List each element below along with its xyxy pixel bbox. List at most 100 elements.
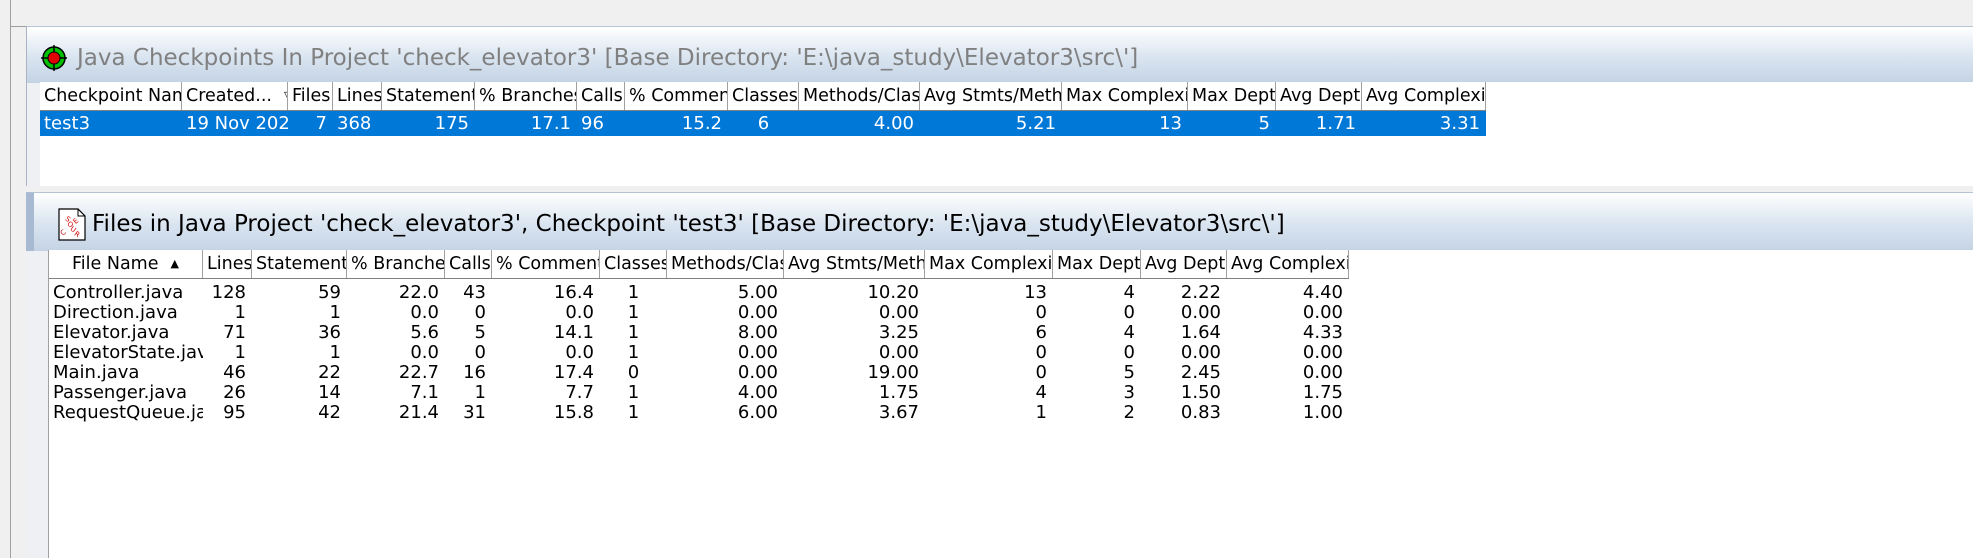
column-header-max-depth[interactable]: Max Depth xyxy=(1053,250,1141,278)
cell-avg-complexity: 1.00 xyxy=(1302,402,1343,423)
files-panel: S O U R C E Files in Java Project 'check… xyxy=(26,192,1973,558)
checkpoints-table-header: Checkpoint NameCreated...▽Files LinesStat… xyxy=(40,82,1486,111)
cell-comments: 15.2 xyxy=(681,113,722,134)
cell-max-complexity: 1 xyxy=(1035,402,1047,423)
files-table[interactable]: File Name ▲ LinesStatements% BranchesCalls… xyxy=(48,250,1973,558)
column-header-label: Max Depth xyxy=(1192,86,1276,106)
checkpoints-panel-titlebar: Java Checkpoints In Project 'check_eleva… xyxy=(27,26,1973,83)
column-header-lines[interactable]: Lines xyxy=(203,250,252,278)
column-header-label: Statements xyxy=(386,86,474,106)
cell-avg-depth: 1.71 xyxy=(1315,113,1356,134)
column-header-checkpoint-name[interactable]: Checkpoint Name xyxy=(40,82,182,110)
column-header-created[interactable]: Created...▽ xyxy=(182,82,288,110)
column-header-label: % Comments xyxy=(496,254,599,274)
cell-avg-stmts-method: 3.67 xyxy=(878,402,919,423)
column-header-label: Avg Complexity xyxy=(1366,86,1486,106)
cell-avg-complexity: 3.31 xyxy=(1439,113,1480,134)
cell-created: 19 Nov 2025 xyxy=(186,113,288,134)
column-header-label: Files xyxy=(292,86,331,106)
cell-statements: 42 xyxy=(318,402,341,423)
column-header-avg-stmts-method[interactable]: Avg Stmts/Method xyxy=(784,250,925,278)
column-header-label: Methods/Class xyxy=(803,86,920,106)
column-header-statements[interactable]: Statements xyxy=(252,250,347,278)
cell-calls: 96 xyxy=(581,113,604,134)
cell-methods-class: 4.00 xyxy=(873,113,914,134)
file-row[interactable]: RequestQueue.java 95 42 21.4 31 15.8 1 6.00 3.67… xyxy=(49,400,1349,425)
cell-lines: 95 xyxy=(223,402,246,423)
checkpoint-target-icon xyxy=(41,45,67,71)
checkpoints-panel-title: Java Checkpoints In Project 'check_eleva… xyxy=(77,45,1139,71)
column-header-label: Lines xyxy=(207,254,252,274)
files-table-header: File Name ▲ LinesStatements% BranchesCalls… xyxy=(49,250,1349,279)
column-header-label: Classes xyxy=(732,86,798,106)
column-header-max-complexity[interactable]: Max Complexity xyxy=(1062,82,1188,110)
column-header-branches[interactable]: % Branches xyxy=(475,82,577,110)
column-header-avg-depth[interactable]: Avg Depth xyxy=(1141,250,1227,278)
column-header-label: File Name xyxy=(72,254,159,274)
cell-lines: 368 xyxy=(337,113,372,134)
files-panel-title: Files in Java Project 'check_elevator3',… xyxy=(92,211,1285,237)
sort-ascending-icon: ▲ xyxy=(170,257,179,270)
column-header-statements[interactable]: Statements xyxy=(382,82,475,110)
cell-max-depth: 2 xyxy=(1123,402,1135,423)
column-header-label: Avg Stmts/Method xyxy=(924,86,1062,106)
cell-classes: 6 xyxy=(757,113,770,134)
cell-comments: 15.8 xyxy=(553,402,594,423)
column-header-classes[interactable]: Classes xyxy=(600,250,667,278)
column-header-avg-depth[interactable]: Avg Depth xyxy=(1276,82,1362,110)
top-toolbar-area xyxy=(11,0,1973,27)
column-header-max-complexity[interactable]: Max Complexity xyxy=(925,250,1053,278)
column-header-lines[interactable]: Lines xyxy=(333,82,382,110)
column-header-label: Calls xyxy=(449,254,491,274)
column-header-label: % Comments xyxy=(629,86,728,106)
cell-calls: 31 xyxy=(463,402,486,423)
column-header-branches[interactable]: % Branches xyxy=(347,250,445,278)
column-header-avg-stmts-method[interactable]: Avg Stmts/Method xyxy=(920,82,1062,110)
cell-max-complexity: 13 xyxy=(1159,113,1182,134)
column-header-max-depth[interactable]: Max Depth xyxy=(1188,82,1276,110)
cell-file-name: RequestQueue.java xyxy=(53,402,203,423)
cell-files: 7 xyxy=(315,113,327,134)
column-header-label: % Branches xyxy=(479,86,577,106)
window-left-border xyxy=(0,0,11,558)
column-header-label: Created... xyxy=(186,86,272,106)
cell-methods-class: 6.00 xyxy=(737,402,778,423)
cell-avg-depth: 0.83 xyxy=(1180,402,1221,423)
column-header-label: Statements xyxy=(256,254,346,274)
column-header-methods-class[interactable]: Methods/Class xyxy=(799,82,920,110)
column-header-avg-complexity[interactable]: Avg Complexity xyxy=(1227,250,1349,278)
column-header-label: Max Complexity xyxy=(1066,86,1187,106)
files-panel-titlebar: S O U R C E Files in Java Project 'check… xyxy=(26,192,1973,251)
cell-avg-stmts-method: 5.21 xyxy=(1015,113,1056,134)
cell-branches: 21.4 xyxy=(398,402,439,423)
cell-branches: 17.1 xyxy=(530,113,571,134)
column-header-files[interactable]: Files xyxy=(288,82,333,110)
checkpoints-panel: Java Checkpoints In Project 'check_eleva… xyxy=(26,26,1973,186)
column-header-avg-complexity[interactable]: Avg Complexity xyxy=(1362,82,1486,110)
cell-max-depth: 5 xyxy=(1258,113,1270,134)
cell-statements: 175 xyxy=(434,113,469,134)
column-header-classes[interactable]: Classes xyxy=(728,82,799,110)
column-header-methods-class[interactable]: Methods/Class xyxy=(667,250,784,278)
source-file-icon: S O U R C E xyxy=(58,208,86,241)
column-header-label: Avg Complexity xyxy=(1231,254,1348,274)
column-header-calls[interactable]: Calls xyxy=(577,82,625,110)
column-header-comments[interactable]: % Comments xyxy=(492,250,600,278)
column-header-label: Lines xyxy=(337,86,382,106)
cell-checkpoint-name: test3 xyxy=(44,113,91,134)
column-header-label: Methods/Class xyxy=(671,254,783,274)
column-header-label: Calls xyxy=(581,86,623,106)
column-header-label: Checkpoint Name xyxy=(44,86,181,106)
column-header-label: Avg Depth xyxy=(1145,254,1226,274)
checkpoint-row[interactable]: test3 19 Nov 2025 7 368 175 17.1 96 15.2 6 4.00 5.… xyxy=(40,111,1486,136)
column-header-calls[interactable]: Calls xyxy=(445,250,492,278)
column-header-label: Avg Stmts/Method xyxy=(788,254,924,274)
cell-classes: 1 xyxy=(627,402,640,423)
column-header-label: Max Depth xyxy=(1057,254,1141,274)
column-header-label: Max Complexity xyxy=(929,254,1053,274)
column-header-comments[interactable]: % Comments xyxy=(625,82,728,110)
column-header-label: Classes xyxy=(604,254,667,274)
column-header-label: Avg Depth xyxy=(1280,86,1361,106)
checkpoints-table[interactable]: Checkpoint NameCreated...▽Files LinesStat… xyxy=(40,82,1973,186)
column-header-file-name[interactable]: File Name ▲ xyxy=(49,250,203,278)
